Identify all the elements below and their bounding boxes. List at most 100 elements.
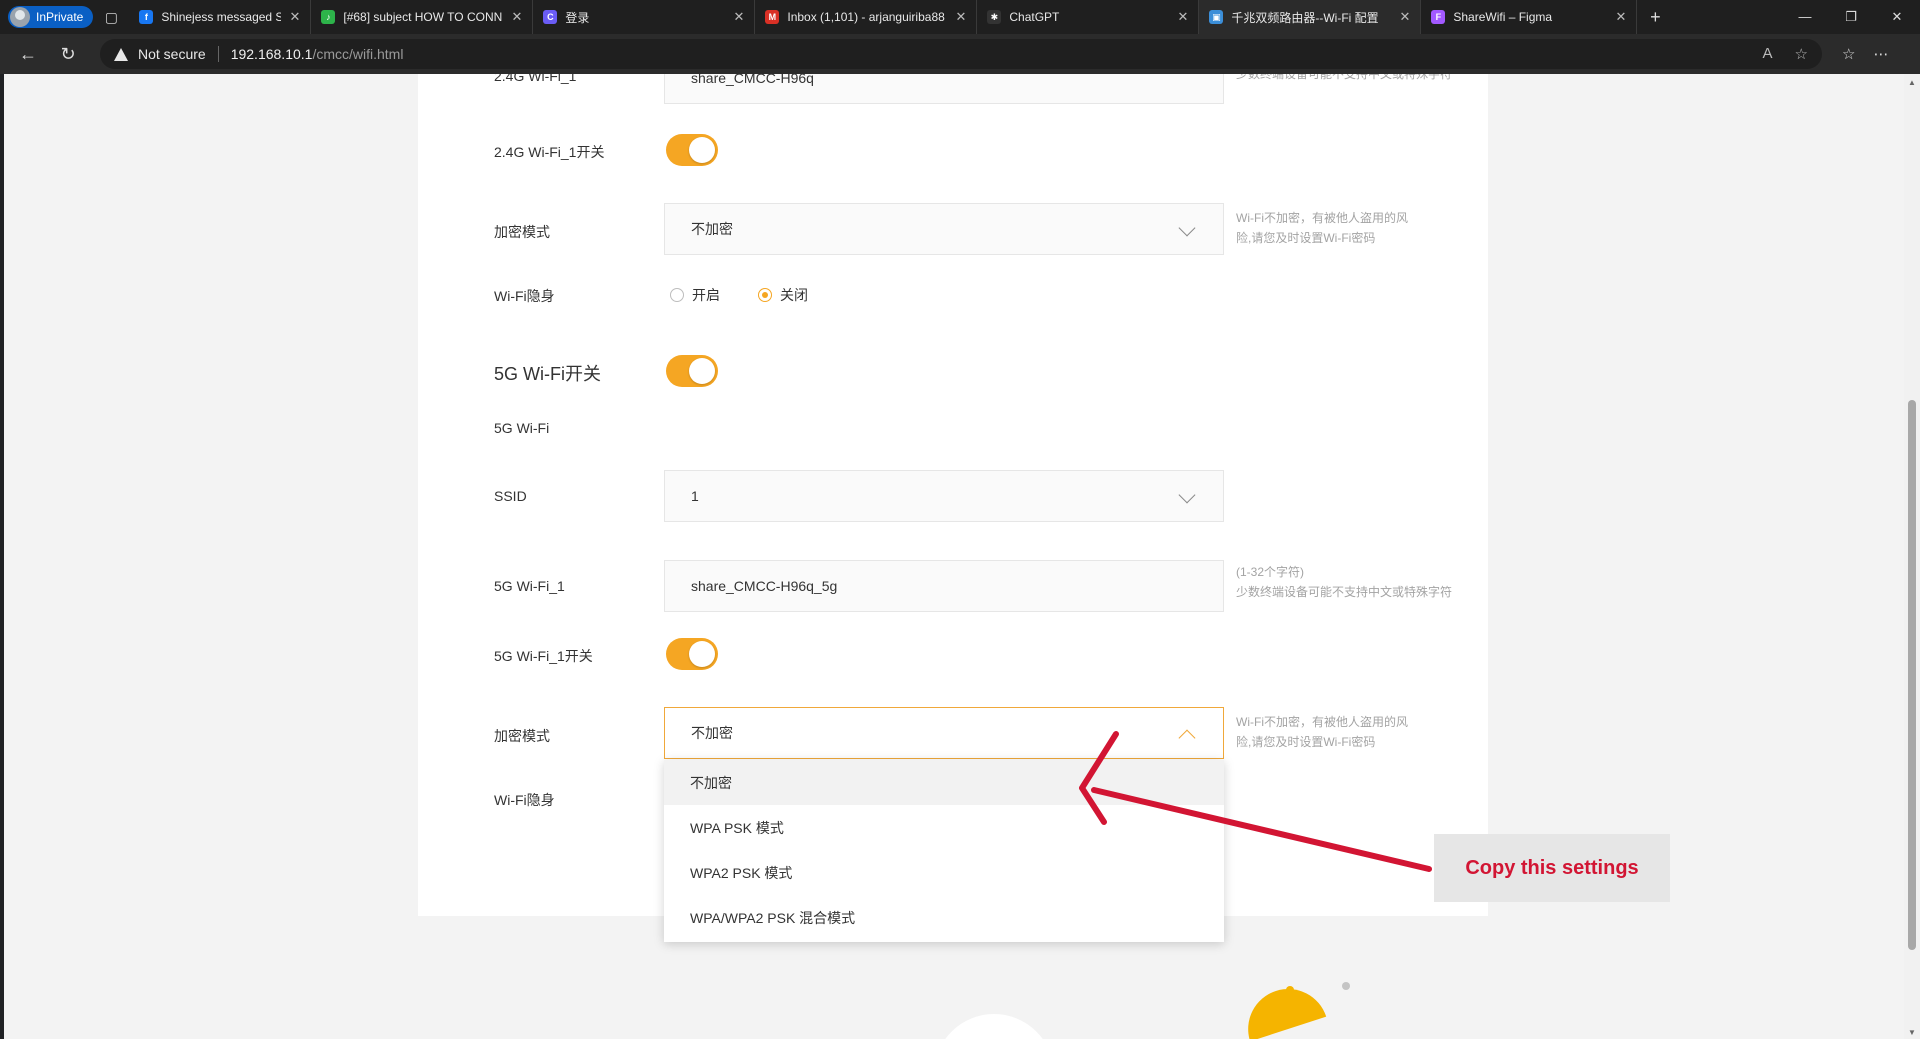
enc5-select[interactable]: 不加密 <box>664 707 1224 759</box>
toolbar-extra: ☆ ⋯ <box>1842 45 1888 63</box>
close-icon[interactable]: ✕ <box>1399 9 1410 25</box>
close-icon[interactable]: ✕ <box>955 9 966 25</box>
chevron-down-icon <box>1178 486 1196 504</box>
enc24-select[interactable]: 不加密 <box>664 203 1224 255</box>
close-icon[interactable]: ✕ <box>1615 9 1626 25</box>
wifi5-1-switch-toggle[interactable] <box>666 638 718 670</box>
enc-option-none[interactable]: 不加密 <box>664 760 1224 805</box>
wifi5-switch-toggle[interactable] <box>666 355 718 387</box>
wifi24-name-input[interactable]: share_CMCC-H96q <box>664 74 1224 104</box>
window-controls: — ❐ ✕ <box>1782 9 1920 25</box>
page-scrollbar[interactable]: ▲ ▼ <box>1904 74 1920 1039</box>
new-tab-icon[interactable]: + <box>1637 7 1673 28</box>
read-aloud-icon[interactable]: A <box>1763 45 1773 63</box>
inprivate-label: InPrivate <box>36 10 84 24</box>
enc5-hint-2: 险,请您及时设置Wi-Fi密码 <box>1236 735 1376 749</box>
hide5-label: Wi-Fi隐身 <box>494 792 555 808</box>
back-icon[interactable]: ← <box>8 44 48 65</box>
more-options-icon[interactable]: ⋯ <box>1873 45 1888 63</box>
tab-title: [#68] subject HOW TO CONNE <box>343 10 504 24</box>
refresh-icon[interactable]: ↻ <box>48 44 88 65</box>
facebook-icon: f <box>139 10 154 24</box>
close-icon[interactable]: ✕ <box>733 9 744 25</box>
copy-settings-callout: Copy this settings <box>1434 834 1670 902</box>
enc24-label: 加密模式 <box>494 224 550 240</box>
enc5-hint-1: Wi-Fi不加密，有被他人盗用的风 <box>1236 715 1408 729</box>
scrollbar-thumb[interactable] <box>1908 400 1916 950</box>
support-icon: ♪ <box>321 10 336 24</box>
warning-icon <box>114 47 128 61</box>
wifi24-switch-toggle[interactable] <box>666 134 718 166</box>
tab-bar: InPrivate ▢ f Shinejess messaged Sharewi… <box>0 0 1920 34</box>
wifi24-switch-label: 2.4G Wi-Fi_1开关 <box>494 144 605 160</box>
tab-2[interactable]: C 登录 ✕ <box>533 0 756 34</box>
ssid-value: 1 <box>691 488 699 504</box>
toggle-knob <box>689 358 715 384</box>
wifi5-name-hint-1: (1-32个字符) <box>1236 565 1305 579</box>
tab-0[interactable]: f Shinejess messaged Sharewifi ✕ <box>129 0 312 34</box>
wifi5-switch-label: 5G Wi-Fi开关 <box>494 364 601 384</box>
radio-checked-icon <box>758 288 772 302</box>
enc5-dropdown-menu: 不加密 WPA PSK 模式 WPA2 PSK 模式 WPA/WPA2 PSK … <box>664 760 1224 942</box>
enc24-hint-2: 险,请您及时设置Wi-Fi密码 <box>1236 231 1376 245</box>
ssid-label: SSID <box>494 488 527 504</box>
footer-decoration <box>934 1014 1054 1039</box>
hide24-radio-off[interactable]: 关闭 <box>758 285 808 305</box>
minimize-icon[interactable]: — <box>1782 9 1828 25</box>
ssid-select[interactable]: 1 <box>664 470 1224 522</box>
enc-option-wpa2[interactable]: WPA2 PSK 模式 <box>664 850 1224 895</box>
enc5-value: 不加密 <box>691 725 733 741</box>
inprivate-badge[interactable]: InPrivate <box>8 6 94 28</box>
enc24-hint-1: Wi-Fi不加密，有被他人盗用的风 <box>1236 211 1408 225</box>
wifi24-name-value: share_CMCC-H96q <box>691 74 814 86</box>
favorite-star-icon[interactable]: ☆ <box>1795 45 1808 63</box>
tab-6[interactable]: F ShareWifi – Figma ✕ <box>1421 0 1638 34</box>
not-secure-label[interactable]: Not secure <box>138 46 206 62</box>
tab-title: Shinejess messaged Sharewifi <box>161 10 282 24</box>
tab-title: Inbox (1,101) - arjanguiriba88 <box>787 10 945 24</box>
enc-option-wpa-wpa2[interactable]: WPA/WPA2 PSK 混合模式 <box>664 895 1224 940</box>
hide24-label: Wi-Fi隐身 <box>494 288 555 304</box>
wifi5-section-label: 5G Wi-Fi <box>494 420 550 436</box>
browser-toolbar: ← ↻ Not secure 192.168.10.1/cmcc/wifi.ht… <box>0 34 1920 74</box>
close-icon[interactable]: ✕ <box>511 9 522 25</box>
tab-3[interactable]: M Inbox (1,101) - arjanguiriba88 ✕ <box>755 0 978 34</box>
hide24-radio-group: 开启 关闭 <box>670 285 808 305</box>
chevron-up-icon <box>1178 729 1196 747</box>
wifi5-name-input[interactable]: share_CMCC-H96q_5g <box>664 560 1224 612</box>
scroll-down-icon[interactable]: ▼ <box>1908 1028 1916 1037</box>
restore-icon[interactable]: ❐ <box>1828 9 1874 25</box>
url-host: 192.168.10.1 <box>230 46 313 62</box>
toggle-knob <box>689 641 715 667</box>
tab-1[interactable]: ♪ [#68] subject HOW TO CONNE ✕ <box>311 0 534 34</box>
close-window-icon[interactable]: ✕ <box>1874 9 1920 25</box>
scroll-up-icon[interactable]: ▲ <box>1908 78 1916 87</box>
gmail-icon: M <box>765 10 780 24</box>
login-icon: C <box>543 10 558 24</box>
enc24-value: 不加密 <box>691 221 733 237</box>
tab-actions-icon[interactable]: ▢ <box>93 0 129 34</box>
enc-option-wpa[interactable]: WPA PSK 模式 <box>664 805 1224 850</box>
radio-off-label: 关闭 <box>780 287 808 303</box>
tab-title: 千兆双频路由器--Wi-Fi 配置 <box>1231 10 1379 25</box>
tab-4[interactable]: ✱ ChatGPT ✕ <box>977 0 1200 34</box>
tab-title: 登录 <box>565 10 590 25</box>
radio-on-label: 开启 <box>692 287 720 303</box>
tab-5-active[interactable]: ▣ 千兆双频路由器--Wi-Fi 配置 ✕ <box>1199 0 1422 34</box>
close-icon[interactable]: ✕ <box>1177 9 1188 25</box>
page-viewport: 2.4G Wi-Fi_1 share_CMCC-H96q 少数终端设备可能不支持… <box>4 74 1904 1039</box>
favorites-icon[interactable]: ☆ <box>1842 45 1855 63</box>
close-icon[interactable]: ✕ <box>289 9 300 25</box>
wifi24-name-label: 2.4G Wi-Fi_1 <box>494 74 577 84</box>
tab-title: ChatGPT <box>1009 10 1060 24</box>
toggle-knob <box>689 137 715 163</box>
radio-icon <box>670 288 684 302</box>
url-path: /cmcc/wifi.html <box>312 46 404 62</box>
hide24-radio-on[interactable]: 开启 <box>670 285 720 305</box>
chatgpt-icon: ✱ <box>987 10 1002 24</box>
figma-icon: F <box>1431 10 1446 24</box>
chevron-down-icon <box>1178 219 1196 237</box>
enc5-label: 加密模式 <box>494 728 550 744</box>
wifi24-name-hint: 少数终端设备可能不支持中文或特殊字符 <box>1236 74 1453 81</box>
address-bar[interactable]: Not secure 192.168.10.1/cmcc/wifi.html A… <box>100 39 1822 69</box>
